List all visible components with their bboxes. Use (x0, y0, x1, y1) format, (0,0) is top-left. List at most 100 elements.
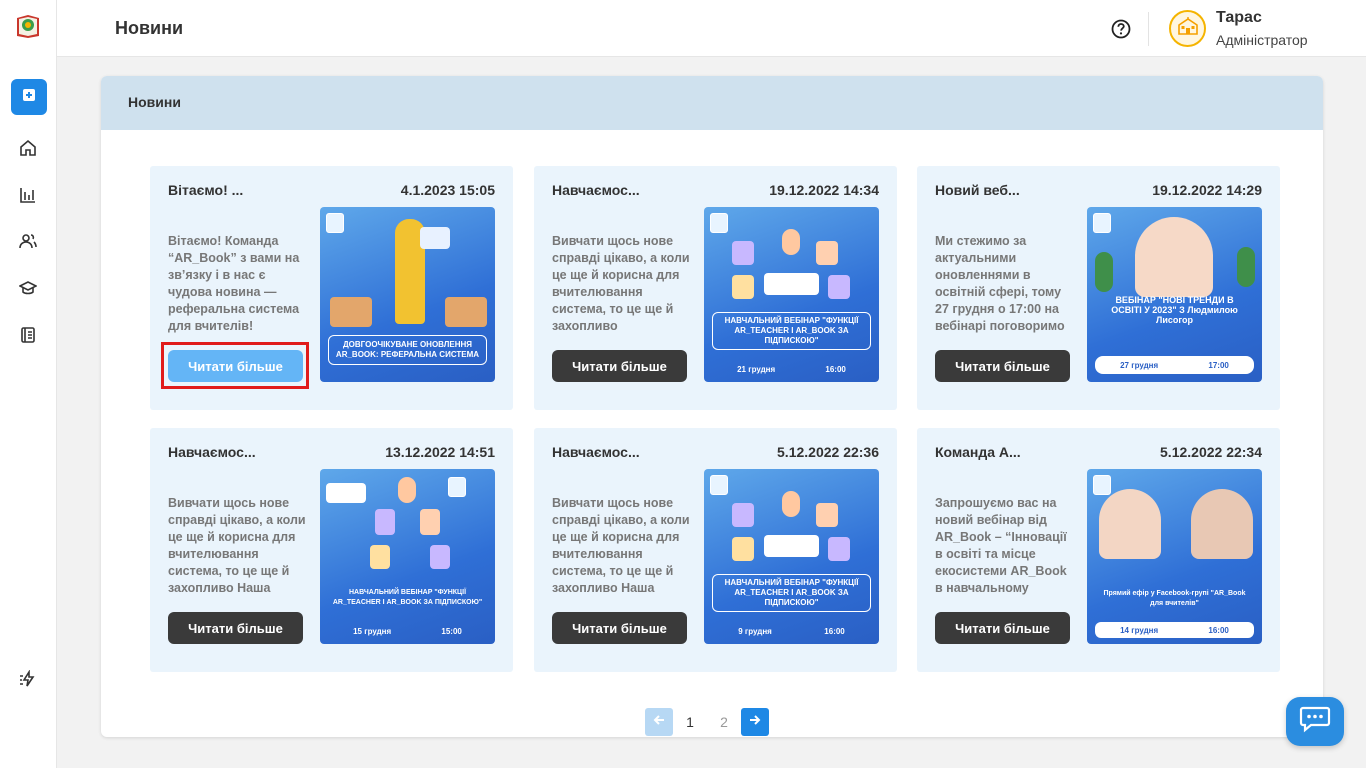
prev-page-button[interactable] (645, 708, 673, 736)
event-date: 15 грудня (353, 626, 392, 636)
news-card-date: 5.12.2022 22:36 (777, 444, 879, 460)
avatar-tile-icon (420, 509, 440, 535)
event-date: 27 грудня (1120, 360, 1159, 370)
news-card-date: 19.12.2022 14:34 (769, 182, 879, 198)
news-card-image[interactable]: Прямий ефір у Facebook-групі "AR_Book дл… (1087, 469, 1262, 644)
news-card-text: Вітаємо! Команда “AR_Book” з вами на зв’… (168, 234, 300, 333)
ar-book-logo-icon (448, 477, 466, 497)
avatar-tile-icon (816, 503, 838, 527)
page-number-1[interactable]: 1 (673, 714, 707, 730)
news-card-text: Запрошуємо вас на новий вебінар від AR_B… (935, 496, 1067, 595)
header: Новини Тарас Адміністратор (57, 0, 1366, 57)
image-event-info: 14 грудня 16:00 (1095, 622, 1254, 638)
event-date: 21 грудня (737, 364, 776, 374)
help-icon[interactable] (1110, 18, 1132, 40)
app-logo-icon[interactable] (14, 12, 42, 40)
user-name[interactable]: Тарас (1216, 9, 1262, 27)
laptop-icon (420, 227, 450, 249)
avatar[interactable] (1169, 10, 1206, 47)
news-card-title: Навчаємос... (552, 182, 640, 198)
image-caption: ДОВГООЧІКУВАНЕ ОНОВЛЕННЯ AR_BOOK: РЕФЕРА… (328, 335, 487, 365)
news-card-date: 5.12.2022 22:34 (1160, 444, 1262, 460)
news-card-text: Вивчати щось нове справді цікаво, а коли… (552, 496, 690, 595)
news-card-image[interactable]: НАВЧАЛЬНИЙ ВЕБІНАР "ФУНКЦІЇ AR_TEACHER І… (320, 469, 495, 644)
avatar-tile-icon (828, 537, 850, 561)
tree-icon (1095, 252, 1113, 292)
event-time: 16:00 (824, 626, 845, 636)
avatar-tile-icon (370, 545, 390, 569)
news-card-text: Вивчати щось нове справді цікаво, а коли… (552, 234, 690, 333)
news-card: Команда А... 5.12.2022 22:34 Запрошуємо … (917, 428, 1280, 672)
news-card-date: 13.12.2022 14:51 (385, 444, 495, 460)
avatar-tile-icon (816, 241, 838, 265)
zap-icon[interactable] (17, 668, 39, 690)
laptop-icon (764, 535, 819, 557)
news-card-image[interactable]: НАВЧАЛЬНИЙ ВЕБІНАР "ФУНКЦІЇ AR_TEACHER І… (704, 207, 879, 382)
news-card: Навчаємос... 13.12.2022 14:51 Вивчати що… (150, 428, 513, 672)
arrow-right-icon (748, 713, 762, 732)
event-date: 9 грудня (738, 626, 772, 636)
event-time: 17:00 (1208, 360, 1229, 370)
page-number-2[interactable]: 2 (707, 714, 741, 730)
tree-icon (1237, 247, 1255, 287)
ar-book-logo-icon (1093, 475, 1111, 495)
news-card-text: Вивчати щось нове справді цікаво, а коли… (168, 496, 306, 595)
users-icon[interactable] (17, 230, 39, 252)
event-date: 14 грудня (1120, 625, 1159, 635)
plus-icon (22, 88, 36, 107)
read-more-button[interactable]: Читати більше (935, 612, 1070, 644)
read-more-button[interactable]: Читати більше (552, 350, 687, 382)
news-panel: Новини Вітаємо! ... 4.1.2023 15:05 Вітає… (101, 76, 1323, 737)
desk-icon (330, 297, 372, 327)
avatar-tile-icon (732, 275, 754, 299)
news-card: Вітаємо! ... 4.1.2023 15:05 Вітаємо! Ком… (150, 166, 513, 410)
next-page-button[interactable] (741, 708, 769, 736)
image-caption: Прямий ефір у Facebook-групі "AR_Book дл… (1103, 590, 1246, 607)
graduation-cap-icon[interactable] (17, 277, 39, 299)
user-role: Адміністратор (1216, 32, 1308, 48)
read-more-button[interactable]: Читати більше (935, 350, 1070, 382)
avatar-tile-icon (732, 241, 754, 265)
avatar-tile-icon (430, 545, 450, 569)
news-card-image[interactable]: ДОВГООЧІКУВАНЕ ОНОВЛЕННЯ AR_BOOK: РЕФЕРА… (320, 207, 495, 382)
chat-button[interactable] (1286, 697, 1344, 746)
hand-icon (782, 491, 800, 517)
news-card-title: Команда А... (935, 444, 1021, 460)
ar-book-logo-icon (710, 213, 728, 233)
image-caption: НАВЧАЛЬНИЙ ВЕБІНАР "ФУНКЦІЇ AR_TEACHER І… (712, 312, 871, 350)
news-card: Новий веб... 19.12.2022 14:29 Ми стежимо… (917, 166, 1280, 410)
book-icon[interactable] (17, 324, 39, 346)
ar-book-logo-icon (1093, 213, 1111, 233)
home-icon[interactable] (17, 137, 39, 159)
partner-logo-icon (326, 483, 366, 503)
speaker-photo (1135, 217, 1213, 297)
chart-icon[interactable] (17, 184, 39, 206)
image-event-info: 15 грудня 15:00 (328, 624, 487, 638)
read-more-button[interactable]: Читати більше (168, 350, 303, 382)
hand-icon (398, 477, 416, 503)
image-event-info: 21 грудня 16:00 (712, 362, 871, 376)
header-divider (1148, 12, 1149, 46)
read-more-button[interactable]: Читати більше (552, 612, 687, 644)
avatar-tile-icon (732, 537, 754, 561)
school-building-icon (1177, 16, 1199, 41)
news-card-image[interactable]: НАВЧАЛЬНИЙ ВЕБІНАР "ФУНКЦІЇ AR_TEACHER І… (704, 469, 879, 644)
avatar-tile-icon (732, 503, 754, 527)
image-caption: НАВЧАЛЬНИЙ ВЕБІНАР "ФУНКЦІЇ AR_TEACHER І… (712, 574, 871, 612)
news-card-title: Навчаємос... (168, 444, 256, 460)
news-card: Навчаємос... 19.12.2022 14:34 Вивчати що… (534, 166, 897, 410)
add-button[interactable] (11, 79, 47, 115)
news-card-image[interactable]: ВЕБІНАР "НОВІ ТРЕНДИ В ОСВІТІ У 2023" З … (1087, 207, 1262, 382)
speaker-photo (1191, 489, 1253, 559)
event-time: 15:00 (441, 626, 462, 636)
image-event-info: 27 грудня 17:00 (1095, 356, 1254, 374)
pagination: 1 2 (645, 708, 769, 736)
news-card: Навчаємос... 5.12.2022 22:36 Вивчати щос… (534, 428, 897, 672)
panel-title: Новини (128, 94, 181, 110)
desk-icon (445, 297, 487, 327)
event-time: 16:00 (825, 364, 846, 374)
read-more-button[interactable]: Читати більше (168, 612, 303, 644)
news-card-date: 4.1.2023 15:05 (400, 182, 495, 198)
news-card-title: Новий веб... (935, 182, 1020, 198)
event-time: 16:00 (1208, 625, 1229, 635)
